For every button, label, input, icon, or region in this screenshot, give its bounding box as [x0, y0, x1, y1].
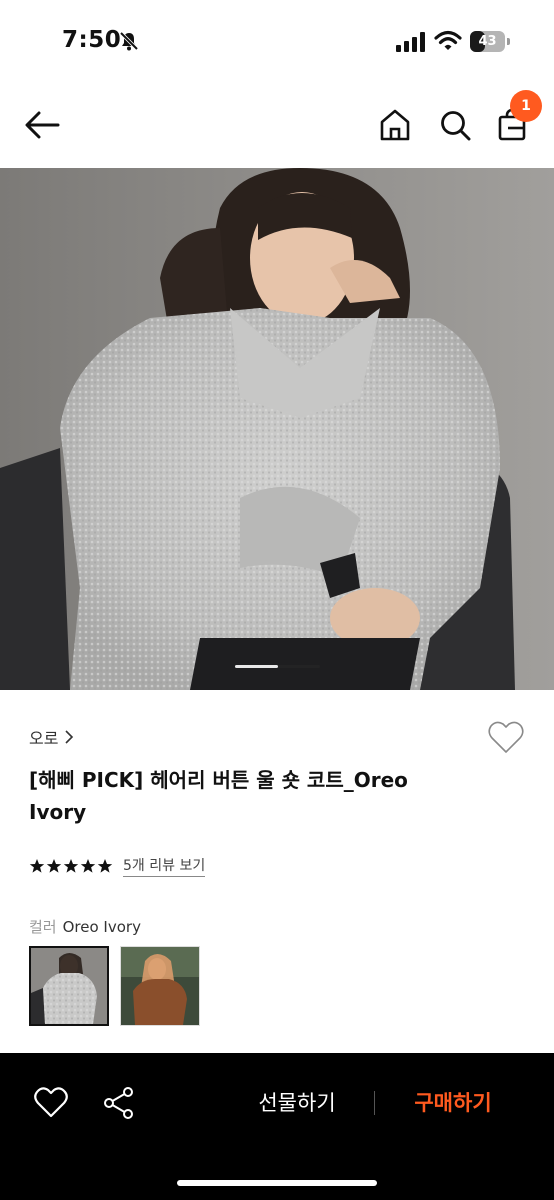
back-button[interactable] [22, 105, 62, 145]
carousel-indicator [235, 665, 320, 668]
battery-percent: 43 [478, 34, 497, 49]
option-label: 컬러 [29, 918, 57, 936]
home-indicator [177, 1180, 377, 1186]
brand-link[interactable]: 오로 [29, 725, 74, 749]
star-icon [80, 859, 96, 873]
brand-name: 오로 [29, 729, 59, 748]
color-option: 컬러 Oreo Ivory [29, 916, 141, 937]
bottom-wishlist-button[interactable] [33, 1085, 69, 1121]
heart-outline-icon [488, 721, 524, 753]
review-link[interactable]: 5개 리뷰 보기 [123, 855, 206, 877]
product-image-carousel[interactable] [0, 168, 554, 690]
swatch-thumbnail [31, 948, 107, 1024]
heart-outline-icon [34, 1087, 68, 1118]
carousel-indicator-active [235, 665, 278, 668]
star-icon [29, 859, 45, 873]
back-arrow-icon [25, 111, 60, 139]
rating-row: 5개 리뷰 보기 [29, 855, 206, 877]
share-button[interactable] [101, 1085, 137, 1121]
home-button[interactable] [375, 105, 415, 145]
bell-off-icon [119, 31, 139, 51]
color-swatch-alternate[interactable] [120, 946, 200, 1026]
wifi-icon [434, 30, 462, 50]
search-icon [441, 111, 471, 141]
bottom-action-bar: 선물하기 구매하기 [0, 1053, 554, 1200]
home-icon [380, 109, 410, 141]
product-title: [해삐 PICK] 헤어리 버튼 울 숏 코트_Oreo Ivory [29, 768, 408, 824]
share-icon [104, 1087, 133, 1119]
star-icon [63, 859, 79, 873]
status-bar: 7:50 43 [0, 0, 554, 82]
color-swatch-oreo-ivory[interactable] [29, 946, 109, 1026]
gift-button[interactable]: 선물하기 [230, 1086, 364, 1120]
status-time: 7:50 [62, 27, 122, 53]
buy-button[interactable]: 구매하기 [388, 1086, 518, 1120]
rating-stars [29, 858, 113, 874]
signal-icon [396, 32, 425, 52]
cart-count-badge: 1 [510, 90, 542, 122]
star-icon [46, 859, 62, 873]
swatch-thumbnail [121, 947, 199, 1025]
battery-icon: 43 [470, 31, 510, 52]
option-value: Oreo Ivory [62, 918, 141, 936]
divider [374, 1091, 375, 1115]
star-icon [97, 859, 113, 873]
product-photo [0, 168, 554, 690]
top-nav-bar: 1 [0, 82, 554, 168]
search-button[interactable] [435, 105, 475, 145]
wishlist-button[interactable] [486, 718, 526, 758]
chevron-right-icon [65, 730, 74, 744]
